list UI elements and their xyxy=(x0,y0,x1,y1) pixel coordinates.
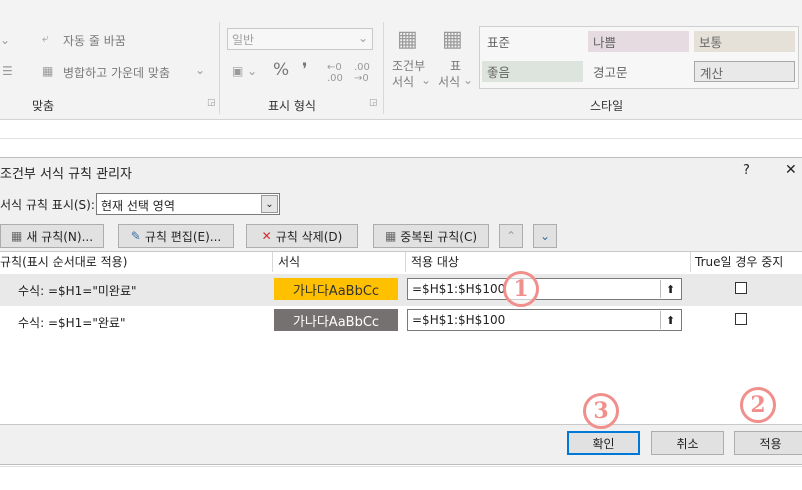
delete-rule-button[interactable]: ✕ 규칙 삭제(D) xyxy=(246,224,358,248)
applies-to-value: =$H$1:$H$100 xyxy=(412,313,506,327)
ribbon: ⌄ ☰ ⤶ 자동 줄 바꿈 ▦ 병합하고 가운데 맞춤 ⌄ 맞춤 ◲ 일반 ⌄ … xyxy=(0,0,802,120)
merge-icon: ▦ xyxy=(42,64,54,78)
format-table-label2: 서식 xyxy=(438,75,461,89)
divider xyxy=(219,22,220,114)
edit-icon: ✎ xyxy=(130,229,141,243)
applies-to-input[interactable]: =$H$1:$H$100 ⬆ xyxy=(407,278,682,300)
grid-icon: ▦ xyxy=(10,229,23,243)
annotation-badge-1: 1 xyxy=(503,271,539,307)
close-icon[interactable]: ✕ xyxy=(785,162,797,178)
ok-button[interactable]: 확인 xyxy=(567,431,640,455)
number-format-dropdown[interactable]: 일반 ⌄ xyxy=(227,28,373,50)
move-up-button[interactable]: ⌃ xyxy=(499,224,523,248)
style-neutral[interactable]: 보통 xyxy=(694,31,795,52)
currency-icon[interactable]: ▣ ⌄ xyxy=(232,64,257,78)
format-preview: 가나다AaBbCc xyxy=(274,309,398,331)
style-warning[interactable]: 경고문 xyxy=(588,61,689,82)
dialog-launcher-icon[interactable]: ◲ xyxy=(369,98,378,108)
number-group-label: 표시 형식 xyxy=(268,99,316,113)
dialog-title: 조건부 서식 규칙 관리자 xyxy=(0,167,132,182)
apply-button[interactable]: 적용 xyxy=(734,431,802,455)
stop-if-true-checkbox[interactable] xyxy=(735,313,747,325)
wrap-text-button[interactable]: 자동 줄 바꿈 xyxy=(63,32,126,49)
rule-description: 수식: =$H1="완료" xyxy=(18,316,126,330)
style-bad[interactable]: 나쁨 xyxy=(588,31,689,52)
format-preview: 가나다AaBbCc xyxy=(274,278,398,300)
worksheet-area xyxy=(0,120,802,158)
new-rule-button[interactable]: ▦ 새 규칙(N)... xyxy=(0,224,104,248)
annotation-badge-3: 3 xyxy=(583,393,619,429)
chevron-down-icon: ⌄ xyxy=(539,229,551,243)
table-row[interactable]: 수식: =$H1="완료" 가나다AaBbCc =$H$1:$H$100 ⬆ xyxy=(0,306,802,338)
style-normal[interactable]: 표준 xyxy=(482,31,583,52)
show-rules-value: 현재 선택 영역 xyxy=(101,199,175,213)
format-table-button[interactable]: 표 xyxy=(450,57,461,74)
comma-icon[interactable]: ❜ xyxy=(302,60,307,80)
collapse-dialog-icon[interactable]: ⬆ xyxy=(660,280,680,298)
show-rules-dropdown[interactable]: 현재 선택 영역 ⌄ xyxy=(96,193,280,215)
move-down-button[interactable]: ⌄ xyxy=(533,224,557,248)
divider xyxy=(272,252,273,272)
chevron-down-icon[interactable]: ⌄ xyxy=(261,195,278,213)
merge-center-button[interactable]: 병합하고 가운데 맞춤 xyxy=(63,64,170,81)
stop-if-true-checkbox[interactable] xyxy=(735,282,747,294)
table-row[interactable]: 수식: =$H1="미완료" 가나다AaBbCc =$H$1:$H$100 ⬆ xyxy=(0,274,802,306)
style-calculation[interactable]: 계산 xyxy=(694,61,795,82)
divider xyxy=(690,252,691,272)
column-header-rule: 규칙(표시 순서대로 적용) xyxy=(0,255,128,269)
rule-description: 수식: =$H1="미완료" xyxy=(18,284,137,298)
conditional-format-button[interactable]: 조건부 xyxy=(392,57,425,74)
chevron-down-icon: ⌄ xyxy=(463,73,474,87)
decrease-decimal-icon[interactable]: .00 →0 xyxy=(354,62,370,84)
show-rules-label: 서식 규칙 표시(S): xyxy=(0,198,95,212)
new-rule-label: 새 규칙(N)... xyxy=(26,229,94,244)
column-header-format: 서식 xyxy=(278,255,301,269)
applies-to-value: =$H$1:$H$100 xyxy=(412,282,506,296)
worksheet-area xyxy=(0,466,802,490)
delete-rule-label: 규칙 삭제(D) xyxy=(275,229,343,244)
chevron-up-icon: ⌃ xyxy=(505,229,517,243)
duplicate-rule-label: 중복된 규칙(C) xyxy=(400,229,478,244)
cancel-button[interactable]: 취소 xyxy=(651,431,724,455)
cell-styles-gallery[interactable]: 표준 나쁨 보통 좋음 경고문 계산 xyxy=(479,26,799,89)
chevron-down-icon: ⌄ xyxy=(421,73,432,87)
percent-icon[interactable]: % xyxy=(273,60,289,80)
help-button[interactable]: ? xyxy=(743,163,750,178)
format-table-icon: ▦ xyxy=(442,27,463,52)
gridline xyxy=(0,466,802,467)
dialog-launcher-icon[interactable]: ◲ xyxy=(207,98,216,108)
column-header-applies-to: 적용 대상 xyxy=(411,255,459,269)
number-format-value: 일반 xyxy=(232,33,255,47)
increase-decimal-icon[interactable]: ←0.00 xyxy=(327,62,343,84)
edit-rule-button[interactable]: ✎ 규칙 편집(E)... xyxy=(118,224,234,248)
wrap-text-icon: ⤶ xyxy=(42,31,49,45)
chevron-icon: ⌄ xyxy=(0,33,11,47)
gridline xyxy=(0,138,802,139)
indent-icon: ☰ xyxy=(2,64,13,78)
chevron-down-icon: ⌄ xyxy=(357,31,368,45)
collapse-dialog-icon[interactable]: ⬆ xyxy=(660,311,680,329)
grid-icon: ▦ xyxy=(384,229,397,243)
duplicate-rule-button[interactable]: ▦ 중복된 규칙(C) xyxy=(373,224,489,248)
edit-rule-label: 규칙 편집(E)... xyxy=(144,229,222,244)
style-good[interactable]: 좋음 xyxy=(482,61,583,82)
annotation-badge-2: 2 xyxy=(740,387,776,423)
conditional-format-label2: 서식 xyxy=(392,75,415,89)
delete-icon: ✕ xyxy=(261,229,272,243)
chevron-down-icon: ⌄ xyxy=(195,63,206,77)
styles-group-label: 스타일 xyxy=(590,99,624,113)
applies-to-input[interactable]: =$H$1:$H$100 ⬆ xyxy=(407,309,682,331)
alignment-group-label: 맞춤 xyxy=(32,99,55,113)
conditional-format-icon: ▦ xyxy=(397,27,418,52)
column-header-stop-if-true: True일 경우 중지 xyxy=(695,255,784,269)
divider xyxy=(383,22,384,114)
divider xyxy=(405,252,406,272)
